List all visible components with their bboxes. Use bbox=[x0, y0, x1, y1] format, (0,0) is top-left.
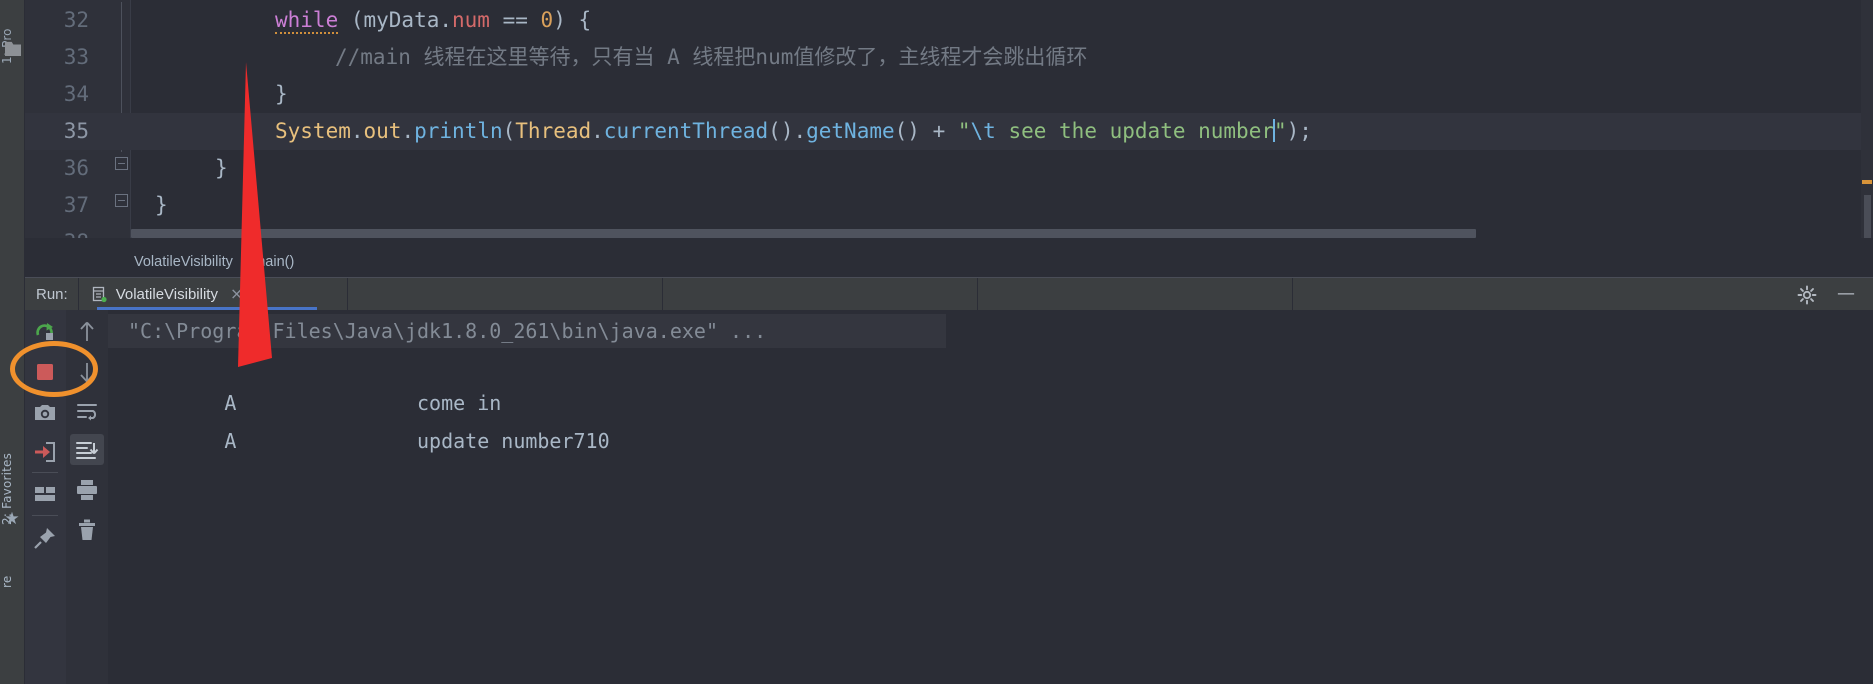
console-message: update number710 bbox=[416, 429, 610, 453]
horizontal-scrollbar-thumb[interactable] bbox=[131, 229, 1476, 238]
line-number: 38 bbox=[25, 224, 103, 238]
soft-wrap-icon[interactable] bbox=[75, 400, 99, 424]
line-number: 34 bbox=[63, 82, 89, 106]
fold-collapse-icon-36[interactable] bbox=[115, 157, 128, 170]
layout-icon[interactable] bbox=[33, 482, 57, 506]
code-line-35: System.out.println(Thread.currentThread(… bbox=[275, 119, 1312, 143]
code-line-37: } bbox=[155, 193, 168, 217]
breadcrumb-method[interactable]: main() bbox=[253, 254, 294, 270]
java-class-icon bbox=[91, 286, 108, 303]
horizontal-scrollbar[interactable] bbox=[131, 229, 1861, 238]
camera-icon[interactable] bbox=[33, 400, 57, 424]
editor-marker-gutter[interactable] bbox=[1861, 0, 1873, 238]
run-tool-window: Run: VolatileVisibility × — "C:\Program … bbox=[25, 277, 1873, 684]
line-number: 37 bbox=[63, 193, 89, 217]
breadcrumb-class[interactable]: VolatileVisibility bbox=[134, 254, 233, 270]
code-text-area[interactable]: while (myData.num == 0) { //main 线程在这里等待… bbox=[131, 0, 1873, 238]
arrow-up-icon[interactable] bbox=[75, 320, 99, 344]
console-command-line: "C:\Program Files\Java\jdk1.8.0_261\bin\… bbox=[128, 319, 767, 343]
console-thread-name: A bbox=[224, 429, 237, 453]
run-tab-label: VolatileVisibility bbox=[115, 285, 218, 303]
code-line-33: //main 线程在这里等待，只有当 A 线程把num值修改了，主线程才会跳出循… bbox=[335, 45, 1088, 69]
printer-icon[interactable] bbox=[75, 478, 99, 502]
gear-icon[interactable] bbox=[1797, 285, 1817, 305]
line-number: 33 bbox=[63, 45, 89, 69]
run-header-actions: — bbox=[1797, 285, 1873, 305]
toolbar-divider bbox=[32, 515, 58, 516]
console-tab-gap bbox=[236, 429, 417, 453]
run-panel-label: Run: bbox=[36, 285, 68, 303]
chevron-right-icon: › bbox=[240, 254, 246, 269]
breadcrumb: VolatileVisibility › main() bbox=[25, 248, 1873, 275]
star-icon: ★ bbox=[4, 509, 20, 529]
ide-window: 1: Pro 2: Favorites ★ re 32 33 34 35 36 … bbox=[0, 0, 1873, 684]
line-number: 32 bbox=[63, 8, 89, 32]
run-header-slot-2 bbox=[663, 278, 978, 310]
orange-ellipse-annotation bbox=[10, 341, 98, 397]
minimize-icon[interactable]: — bbox=[1837, 285, 1855, 303]
close-icon[interactable]: × bbox=[230, 286, 243, 302]
trash-icon[interactable] bbox=[75, 518, 99, 542]
run-panel-header: Run: VolatileVisibility × — bbox=[25, 278, 1873, 310]
code-line-36: } bbox=[215, 156, 228, 180]
line-number: 36 bbox=[63, 156, 89, 180]
export-arrow-icon[interactable] bbox=[33, 440, 57, 464]
vertical-scrollbar-thumb[interactable] bbox=[1864, 195, 1871, 238]
code-line-34: } bbox=[275, 82, 288, 106]
left-tool-strip: 1: Pro 2: Favorites ★ re bbox=[0, 0, 25, 684]
line-number: 35 bbox=[63, 119, 89, 143]
run-tab-volatilevisibility[interactable]: VolatileVisibility × bbox=[77, 278, 348, 310]
console-output[interactable]: "C:\Program Files\Java\jdk1.8.0_261\bin\… bbox=[108, 310, 1873, 684]
pin-icon[interactable] bbox=[33, 526, 57, 550]
toolbar-divider bbox=[32, 472, 58, 473]
code-line-32: while (myData.num == 0) { bbox=[275, 8, 592, 34]
scroll-to-end-icon[interactable] bbox=[75, 438, 99, 462]
console-output-row: A update number710 bbox=[128, 390, 610, 492]
run-header-slot-1 bbox=[348, 278, 663, 310]
code-editor[interactable]: 32 33 34 35 36 37 38 while (myData.num =… bbox=[25, 0, 1873, 238]
warning-marker-icon[interactable] bbox=[1862, 180, 1872, 184]
fold-collapse-icon-37[interactable] bbox=[115, 194, 128, 207]
sidebar-item-structure[interactable]: re bbox=[0, 548, 25, 588]
run-header-slot-3 bbox=[978, 278, 1293, 310]
